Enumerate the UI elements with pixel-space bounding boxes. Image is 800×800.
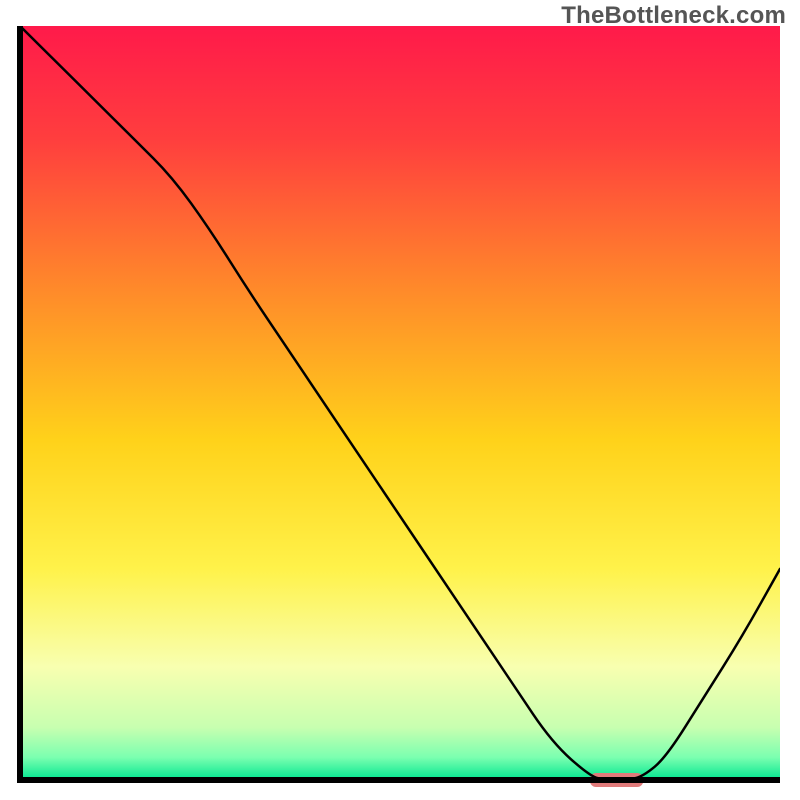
plot-svg: [0, 0, 800, 800]
bottleneck-chart: TheBottleneck.com: [0, 0, 800, 800]
watermark-text: TheBottleneck.com: [561, 2, 786, 30]
